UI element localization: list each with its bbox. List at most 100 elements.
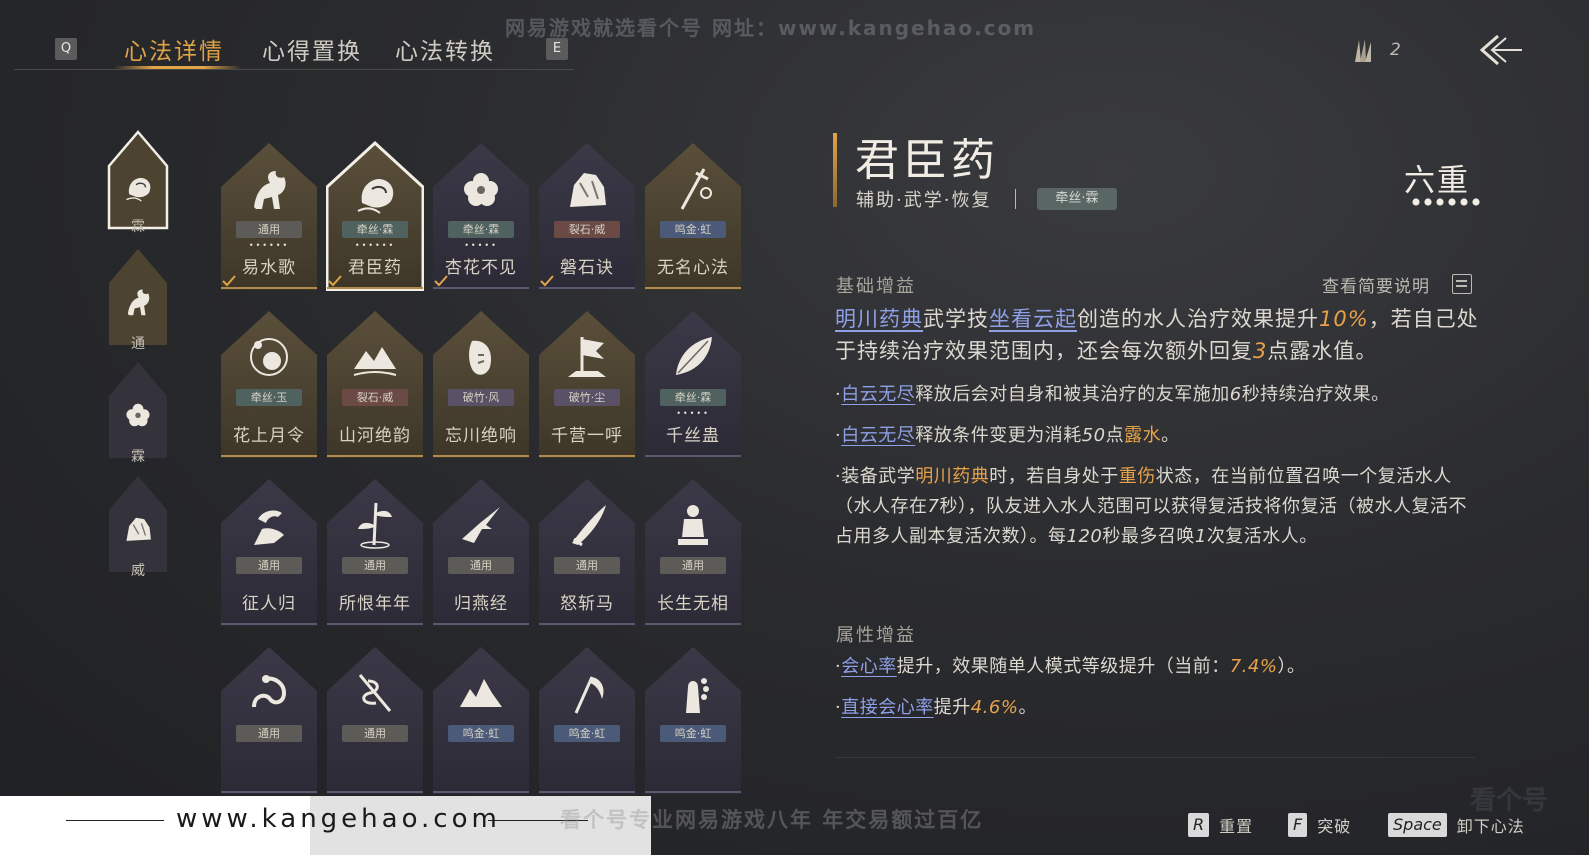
brief-list-icon[interactable] <box>1452 274 1472 294</box>
card-school-tag: 鸣金·虹 <box>554 725 620 742</box>
horse-icon <box>244 161 294 215</box>
link-baiyun-wujin-2[interactable]: 白云无尽 <box>841 425 915 446</box>
rank-label: 六重 <box>1404 163 1470 199</box>
sidebar-tab-label: 威 <box>131 563 145 579</box>
detail-school-tag: 牵丝·霖 <box>1037 188 1117 210</box>
xinfa-card[interactable]: 牵丝·玉 花上月令 <box>220 309 318 459</box>
banner-watermark: 看个号专业网易游戏八年 年交易额过百亿 <box>560 808 984 832</box>
sidebar-tab-label: 通 <box>131 336 145 352</box>
view-brief-button[interactable]: 查看简要说明 <box>1322 272 1430 297</box>
basic-gain-header: 基础增益 <box>836 276 916 297</box>
equipped-check-icon <box>434 275 448 287</box>
link-zuokan-yunqi[interactable]: 坐看云起 <box>989 307 1077 331</box>
tab-divider <box>14 69 574 70</box>
mask-icon <box>456 329 506 383</box>
xinfa-card[interactable]: 牵丝·霖 •••••• 君臣药 <box>326 141 424 291</box>
prev-tab-key[interactable]: Q <box>55 38 77 60</box>
prayer-hand-icon <box>668 665 718 719</box>
resource-count: 2 <box>1390 40 1401 60</box>
reset-hint[interactable]: R 重置 <box>1188 812 1253 838</box>
sidebar-tab-1[interactable]: 通 <box>107 247 169 352</box>
card-name: 千丝蛊 <box>666 426 720 446</box>
link-crit-rate[interactable]: 会心率 <box>841 656 897 677</box>
xinfa-card[interactable]: 鸣金·虹 <box>538 645 636 795</box>
tab-xinfa-detail[interactable]: 心法详情 <box>124 32 224 66</box>
card-school-tag: 牵丝·霖 <box>448 221 514 238</box>
xinfa-card[interactable]: 通用 归燕经 <box>432 477 530 627</box>
xinfa-card[interactable]: 通用 长生无相 <box>644 477 742 627</box>
flower-icon <box>456 161 506 215</box>
sidebar-tab-0[interactable]: 霖 <box>107 130 169 235</box>
moon-flower-icon <box>244 329 294 383</box>
xinfa-card[interactable]: 鸣金·虹 <box>432 645 530 795</box>
card-school-tag: 通用 <box>236 725 302 742</box>
xinfa-card[interactable]: 破竹·风 忘川绝响 <box>432 309 530 459</box>
tab-xinfa-convert[interactable]: 心法转换 <box>395 32 495 66</box>
back-arrow-icon[interactable] <box>1476 30 1526 70</box>
xinfa-card[interactable]: 破竹·尘千营一呼 <box>538 309 636 459</box>
top-bar: 网易游戏就选看个号 网址：www.kangehao.com Q 心法详情 心得置… <box>0 0 1589 72</box>
peaks-icon <box>456 665 506 719</box>
xinfa-card[interactable]: 鸣金·虹 <box>644 645 742 795</box>
water-pot-icon <box>121 166 155 202</box>
xinfa-card[interactable]: 通用 怒斩马 <box>538 477 636 627</box>
card-name: 千营一呼 <box>551 426 623 446</box>
xinfa-card[interactable]: 鸣金·虹 无名心法 <box>644 141 742 291</box>
scythe-icon <box>562 665 612 719</box>
xinfa-card[interactable]: 裂石·威 磐石诀 <box>538 141 636 291</box>
card-school-tag: 裂石·威 <box>342 389 408 406</box>
sidebar-tab-label: 霖 <box>131 449 145 465</box>
attr-line-1: ·会心率提升，效果随单人模式等级提升（当前：7.4%）。 <box>835 656 1306 677</box>
attr-gain-header: 属性增益 <box>836 625 916 646</box>
next-tab-key[interactable]: E <box>546 38 568 60</box>
statue-icon <box>668 497 718 551</box>
card-school-tag: 通用 <box>448 557 514 574</box>
sidebar-tab-2[interactable]: 霖 <box>107 360 169 465</box>
breakthrough-hint[interactable]: F 突破 <box>1288 812 1351 838</box>
unequip-hint[interactable]: Space 卸下心法 <box>1388 812 1525 838</box>
card-school-tag: 通用 <box>236 221 302 238</box>
detail-meta: 辅助·武学·恢复 <box>856 190 992 211</box>
card-school-tag: 破竹·尘 <box>554 389 620 406</box>
reset-key: R <box>1188 813 1210 837</box>
card-rank-dots: •••••• <box>354 241 396 250</box>
xinfa-card[interactable]: 牵丝·霖 ••••• 杏花不见 <box>432 141 530 291</box>
meta-separator <box>1015 189 1016 209</box>
unequip-label: 卸下心法 <box>1456 817 1525 836</box>
xinfa-card[interactable]: 通用 <box>326 645 424 795</box>
xinfa-card[interactable]: 通用 征人归 <box>220 477 318 627</box>
rank-dot <box>1460 198 1468 206</box>
breakthrough-label: 突破 <box>1317 817 1352 836</box>
card-school-tag: 牵丝·霖 <box>660 389 726 406</box>
card-school-tag: 通用 <box>236 557 302 574</box>
xinfa-card[interactable]: 通用 <box>220 645 318 795</box>
xinfa-card[interactable]: 裂石·威山河绝韵 <box>326 309 424 459</box>
banner-line-left <box>66 820 164 821</box>
card-school-tag: 通用 <box>554 557 620 574</box>
link-baiyun-wujin-1[interactable]: 白云无尽 <box>841 384 915 405</box>
xinfa-card[interactable]: 牵丝·霖 ••••• 千丝蛊 <box>644 309 742 459</box>
card-name: 无名心法 <box>657 258 729 278</box>
xinfa-card[interactable]: 通用 所恨年年 <box>326 477 424 627</box>
xinfa-card[interactable]: 通用 •••••• 易水歌 <box>220 141 318 291</box>
mountain-icon <box>350 329 400 383</box>
reset-label: 重置 <box>1219 817 1254 836</box>
card-school-tag: 牵丝·玉 <box>236 389 302 406</box>
sidebar-tab-label: 霖 <box>131 219 145 235</box>
snake-staff-icon <box>350 665 400 719</box>
card-name: 所恨年年 <box>339 594 411 614</box>
tab-xinde-exchange[interactable]: 心得置换 <box>262 32 362 66</box>
effect-line-2: ·白云无尽释放条件变更为消耗50点露水。 <box>835 425 1180 446</box>
dragon-icon <box>244 665 294 719</box>
sidebar-tab-3[interactable]: 威 <box>107 474 169 579</box>
unequip-key: Space <box>1388 813 1447 837</box>
bird-hand-icon <box>244 497 294 551</box>
card-school-tag: 通用 <box>342 557 408 574</box>
rank-dots <box>1412 198 1480 206</box>
link-mingchuan-yaodian[interactable]: 明川药典 <box>835 307 923 331</box>
card-name: 山河绝韵 <box>339 426 411 446</box>
basic-gain-text: 明川药典武学技坐看云起创造的水人治疗效果提升10%，若自己处于持续治疗效果范围内… <box>835 307 1479 363</box>
link-direct-crit-rate[interactable]: 直接会心率 <box>841 697 934 718</box>
leaf-icon <box>668 329 718 383</box>
rank-dot <box>1472 198 1480 206</box>
